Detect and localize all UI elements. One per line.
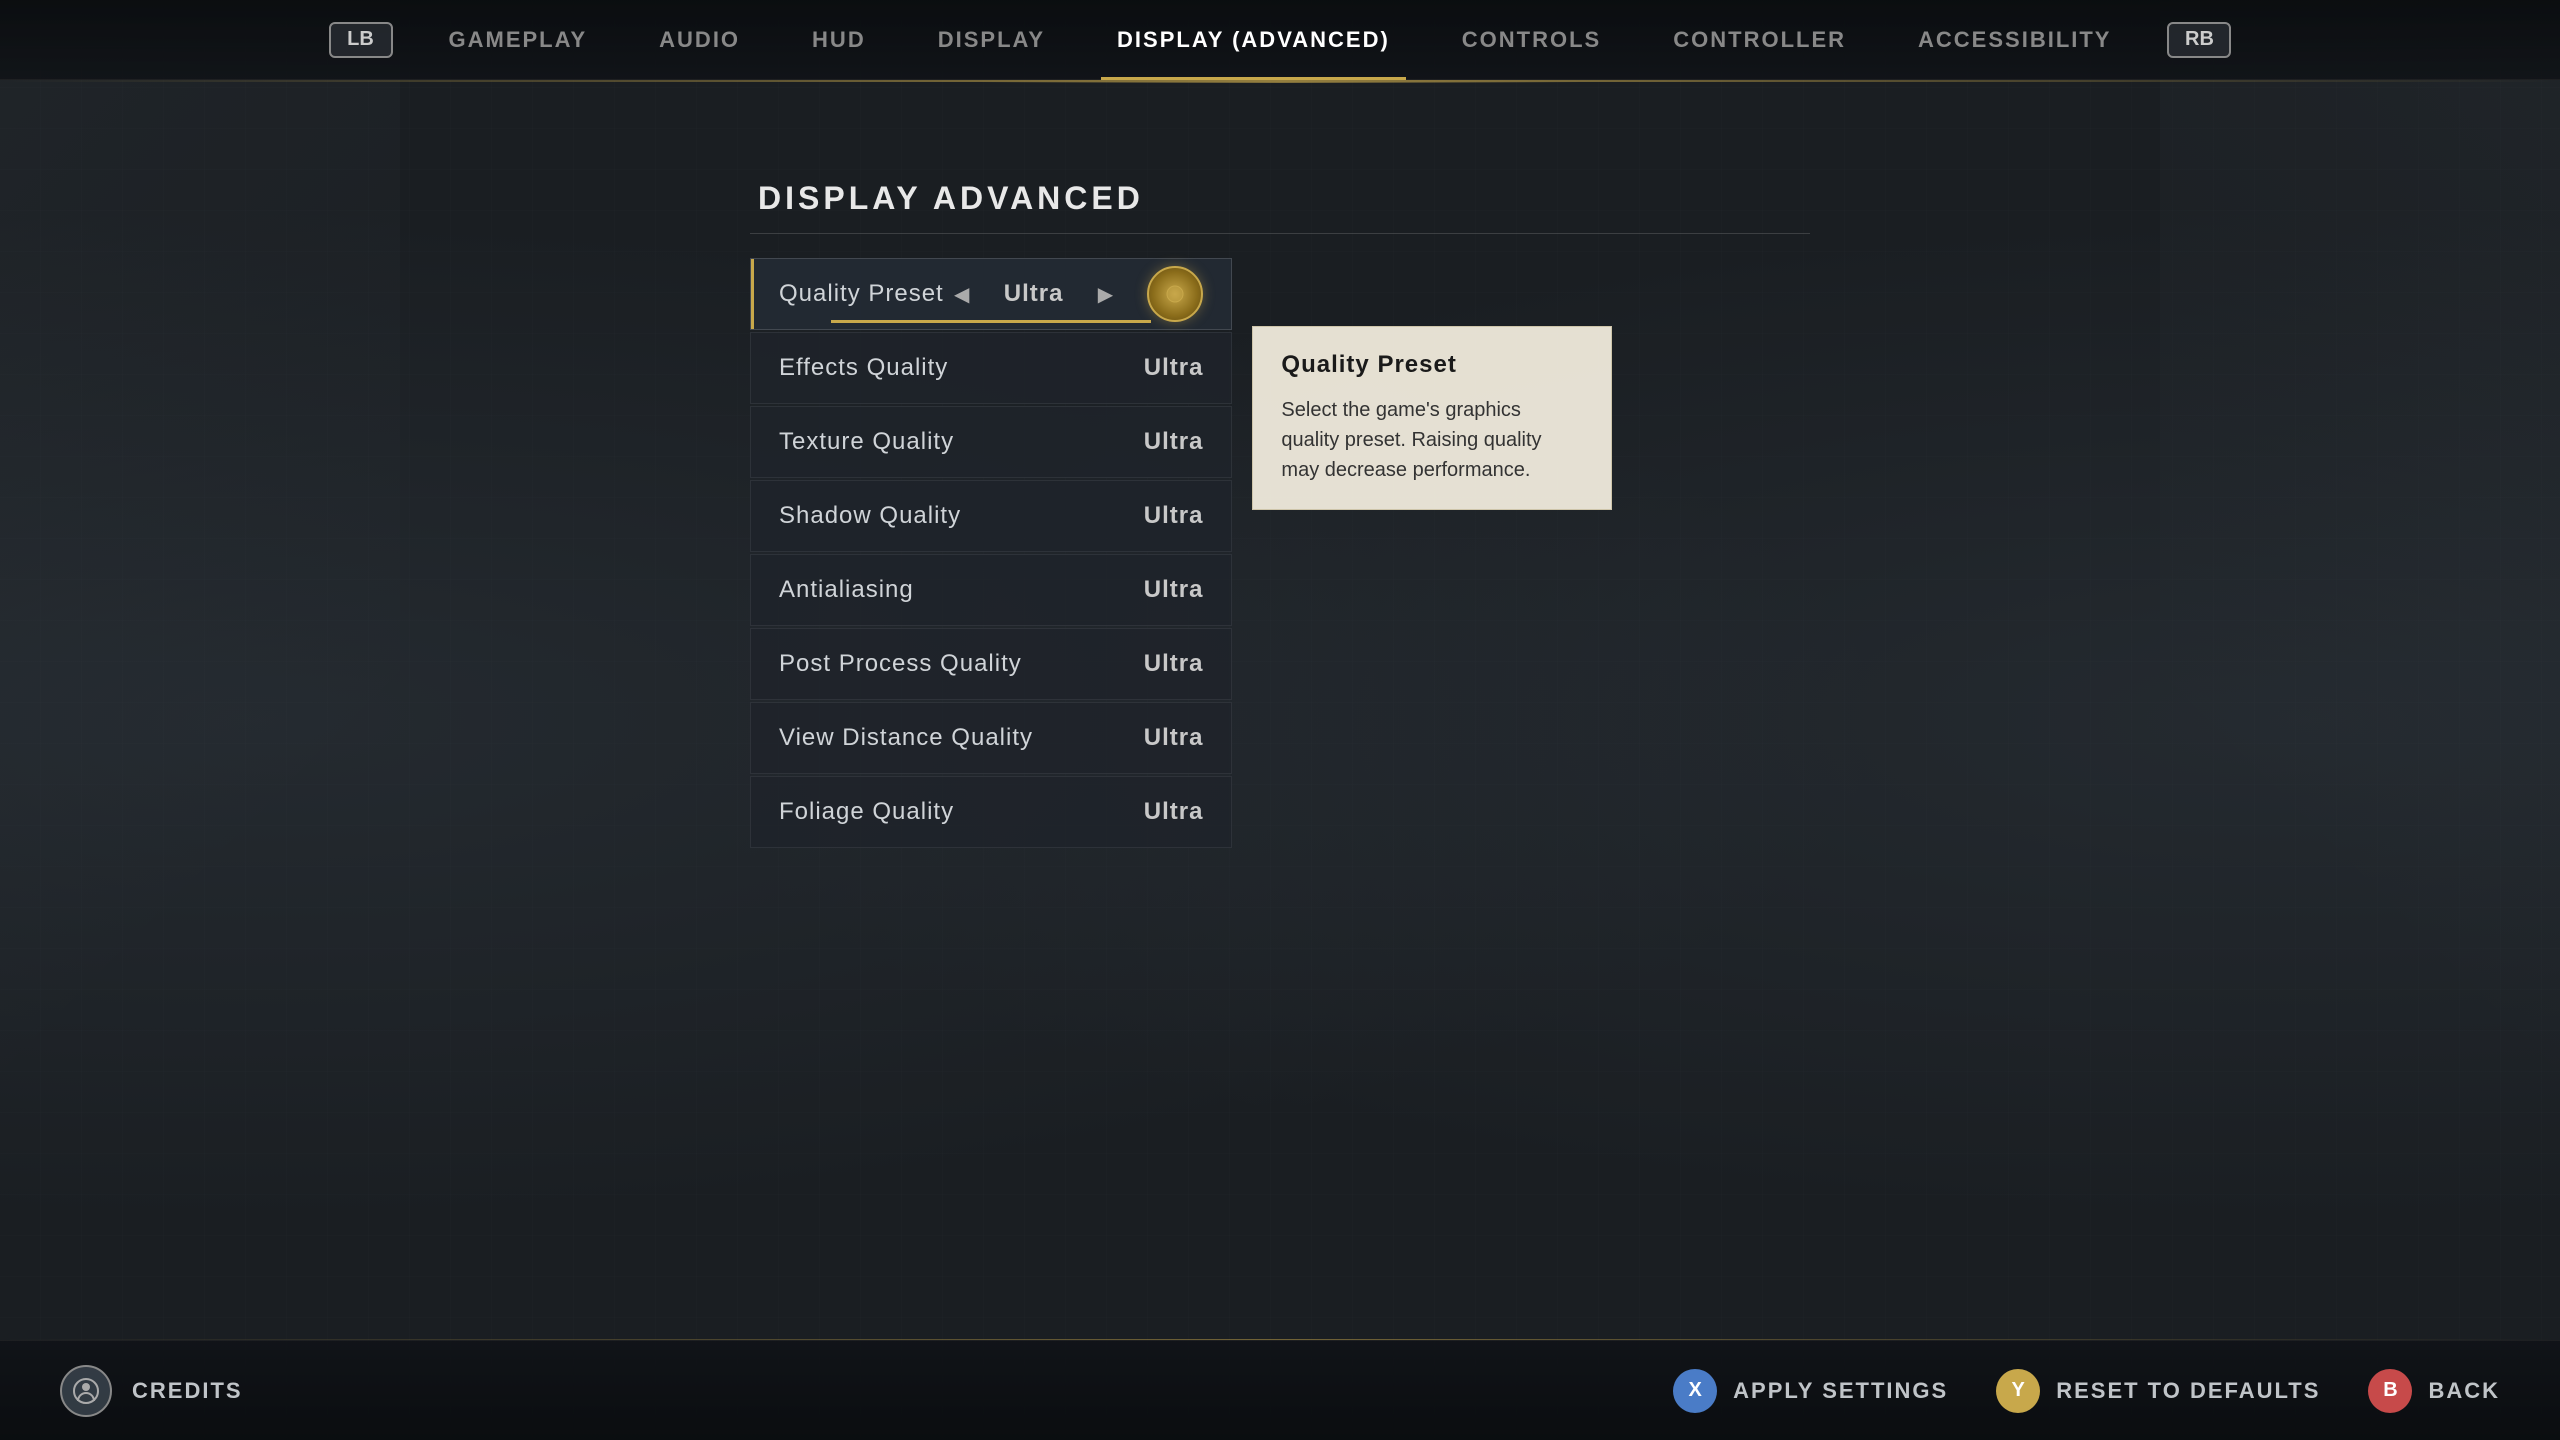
x-button: X — [1673, 1369, 1717, 1413]
back-label: BACK — [2428, 1378, 2500, 1404]
tab-hud[interactable]: HUD — [776, 0, 902, 80]
setting-row-post-process-quality[interactable]: Post Process Quality Ultra — [750, 628, 1232, 700]
page-title: DISPLAY ADVANCED — [750, 180, 1810, 234]
reset-label: RESET TO DEFAULTS — [2056, 1378, 2320, 1404]
setting-row-view-distance-quality[interactable]: View Distance Quality Ultra — [750, 702, 1232, 774]
setting-value-effects-quality: Ultra — [1144, 354, 1204, 382]
tooltip-title: Quality Preset — [1281, 351, 1583, 379]
preset-bar-fill — [831, 320, 1151, 323]
left-bumper[interactable]: LB — [329, 22, 393, 58]
tab-gameplay[interactable]: GAMEPLAY — [413, 0, 624, 80]
setting-right-effects-quality: Ultra — [1144, 354, 1204, 382]
setting-name-quality-preset: Quality Preset — [779, 280, 944, 308]
setting-name-post-process-quality: Post Process Quality — [779, 650, 1022, 678]
setting-name-effects-quality: Effects Quality — [779, 354, 948, 382]
back-action[interactable]: B BACK — [2368, 1369, 2500, 1413]
tab-audio[interactable]: AUDIO — [623, 0, 776, 80]
content-wrapper: Quality Preset ◀ Ultra ▶ — [750, 258, 1810, 848]
arrow-right-quality-preset[interactable]: ▶ — [1087, 276, 1123, 312]
main-content: DISPLAY ADVANCED Quality Preset ◀ Ultra … — [0, 100, 2560, 1340]
setting-name-texture-quality: Texture Quality — [779, 428, 954, 456]
setting-row-quality-preset[interactable]: Quality Preset ◀ Ultra ▶ — [750, 258, 1232, 330]
nav-tabs-container: GAMEPLAY AUDIO HUD DISPLAY DISPLAY (ADVA… — [413, 0, 2148, 80]
deco-line — [980, 82, 1580, 83]
setting-name-view-distance-quality: View Distance Quality — [779, 724, 1033, 752]
setting-name-shadow-quality: Shadow Quality — [779, 502, 961, 530]
right-bumper[interactable]: RB — [2167, 22, 2231, 58]
apply-label: APPLY SETTINGS — [1733, 1378, 1948, 1404]
bottom-bar: CREDITS X APPLY SETTINGS Y RESET TO DEFA… — [0, 1340, 2560, 1440]
setting-row-texture-quality[interactable]: Texture Quality Ultra — [750, 406, 1232, 478]
tab-accessibility[interactable]: ACCESSIBILITY — [1882, 0, 2147, 80]
tooltip-panel: Quality Preset Select the game's graphic… — [1252, 326, 1612, 510]
credits-icon — [60, 1365, 112, 1417]
setting-row-antialiasing[interactable]: Antialiasing Ultra — [750, 554, 1232, 626]
tab-display[interactable]: DISPLAY — [902, 0, 1081, 80]
setting-name-foliage-quality: Foliage Quality — [779, 798, 954, 826]
setting-value-post-process-quality: Ultra — [1144, 650, 1204, 678]
setting-value-foliage-quality: Ultra — [1144, 798, 1204, 826]
credits-label[interactable]: CREDITS — [132, 1378, 243, 1404]
setting-row-effects-quality[interactable]: Effects Quality Ultra — [750, 332, 1232, 404]
setting-right-quality-preset: ◀ Ultra ▶ — [944, 266, 1204, 322]
setting-right-post-process-quality: Ultra — [1144, 650, 1204, 678]
setting-right-antialiasing: Ultra — [1144, 576, 1204, 604]
bottom-right-area: X APPLY SETTINGS Y RESET TO DEFAULTS B B… — [1673, 1369, 2500, 1413]
setting-value-antialiasing: Ultra — [1144, 576, 1204, 604]
circle-indicator-quality-preset — [1147, 266, 1203, 322]
settings-list: Quality Preset ◀ Ultra ▶ — [750, 258, 1232, 848]
bottom-left-area: CREDITS — [60, 1365, 243, 1417]
setting-value-view-distance-quality: Ultra — [1144, 724, 1204, 752]
settings-panel: DISPLAY ADVANCED Quality Preset ◀ Ultra … — [750, 180, 1810, 848]
b-button: B — [2368, 1369, 2412, 1413]
tab-controller[interactable]: CONTROLLER — [1637, 0, 1882, 80]
setting-right-texture-quality: Ultra — [1144, 428, 1204, 456]
setting-row-shadow-quality[interactable]: Shadow Quality Ultra — [750, 480, 1232, 552]
preset-bar — [831, 320, 1151, 323]
setting-value-texture-quality: Ultra — [1144, 428, 1204, 456]
arrow-left-quality-preset[interactable]: ◀ — [944, 276, 980, 312]
setting-row-foliage-quality[interactable]: Foliage Quality Ultra — [750, 776, 1232, 848]
setting-value-shadow-quality: Ultra — [1144, 502, 1204, 530]
y-button: Y — [1996, 1369, 2040, 1413]
tooltip-text: Select the game's graphics quality prese… — [1281, 395, 1583, 485]
tab-display-advanced[interactable]: DISPLAY (ADVANCED) — [1081, 0, 1426, 80]
apply-action[interactable]: X APPLY SETTINGS — [1673, 1369, 1948, 1413]
setting-name-antialiasing: Antialiasing — [779, 576, 914, 604]
setting-value-quality-preset: Ultra — [1004, 280, 1064, 308]
setting-right-view-distance-quality: Ultra — [1144, 724, 1204, 752]
tab-controls[interactable]: CONTROLS — [1426, 0, 1637, 80]
reset-action[interactable]: Y RESET TO DEFAULTS — [1996, 1369, 2320, 1413]
setting-right-foliage-quality: Ultra — [1144, 798, 1204, 826]
setting-right-shadow-quality: Ultra — [1144, 502, 1204, 530]
top-navigation: LB GAMEPLAY AUDIO HUD DISPLAY DISPLAY (A… — [0, 0, 2560, 80]
